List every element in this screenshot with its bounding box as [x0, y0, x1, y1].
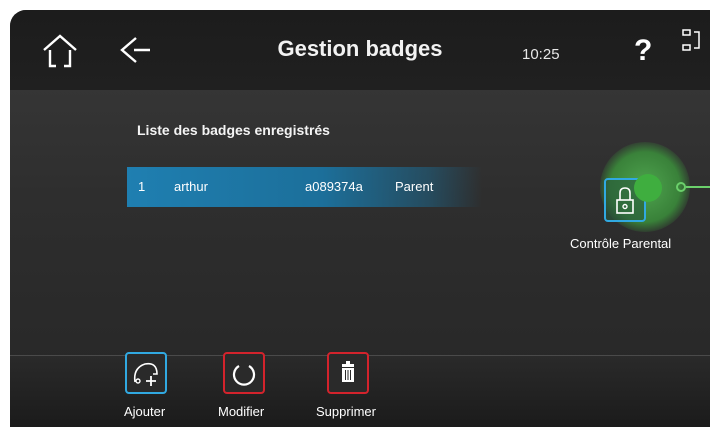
add-badge-label: Ajouter — [124, 404, 166, 419]
refresh-icon — [232, 365, 256, 386]
edit-badge-button[interactable] — [223, 352, 265, 394]
badge-row[interactable]: 1 arthur a089374a Parent — [127, 167, 482, 207]
top-bar: Gestion badges 10:25 ? — [10, 10, 710, 90]
window-toggle-icon — [682, 29, 700, 51]
trash-icon — [342, 361, 354, 382]
delete-badge-label: Supprimer — [316, 404, 376, 419]
delete-badge-button[interactable] — [327, 352, 369, 394]
badge-role: Parent — [395, 179, 434, 194]
badge-name: arthur — [174, 179, 208, 194]
badge-list-title: Liste des badges enregistrés — [137, 122, 330, 138]
parental-control-toggle-knob[interactable] — [634, 174, 662, 202]
help-button[interactable]: ? — [634, 34, 652, 68]
badge-id: a089374a — [305, 179, 363, 194]
add-badge-icon — [133, 362, 158, 386]
badge-index: 1 — [138, 179, 146, 194]
parental-control-label: Contrôle Parental — [570, 236, 672, 251]
clock: 10:25 — [522, 46, 560, 63]
window-toggle-button[interactable] — [681, 28, 703, 54]
connector-node — [676, 182, 686, 192]
page-title: Gestion badges — [277, 36, 443, 61]
connector-line — [686, 186, 710, 188]
add-badge-button[interactable] — [125, 352, 167, 394]
edit-badge-label: Modifier — [218, 404, 265, 419]
